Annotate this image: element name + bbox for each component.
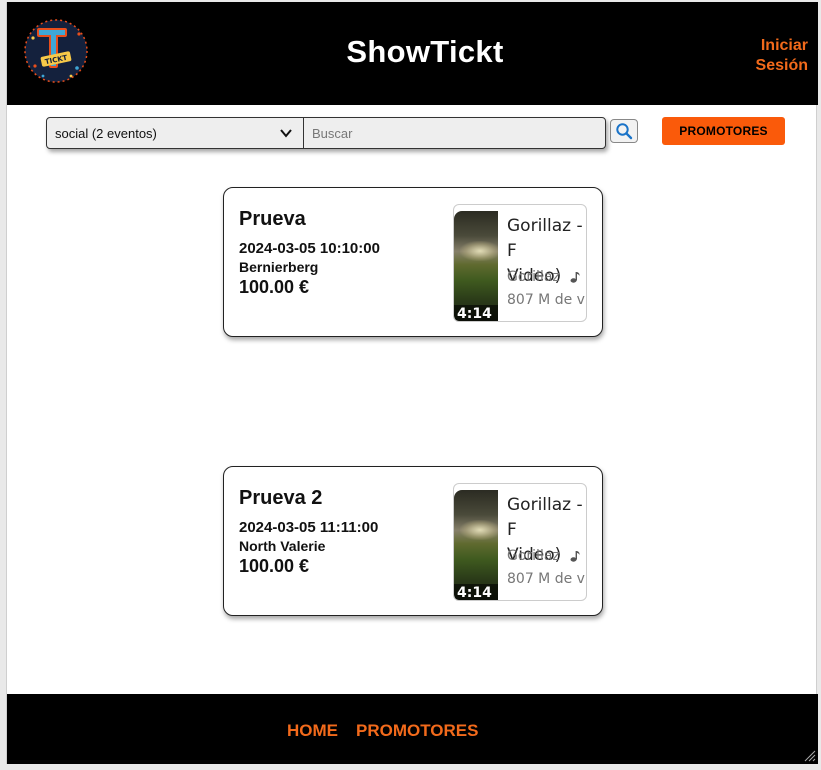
video-embed[interactable]: 4:14 Gorillaz - F Video) Gorillaz 807 M … bbox=[453, 204, 587, 322]
music-note-icon bbox=[570, 272, 580, 283]
event-location: North Valerie bbox=[239, 538, 326, 554]
footer-promoters-link[interactable]: PROMOTORES bbox=[356, 721, 478, 741]
music-note-icon bbox=[570, 551, 580, 562]
event-card[interactable]: Prueva 2 2024-03-05 11:11:00 North Valer… bbox=[223, 466, 603, 616]
site-footer: HOME PROMOTORES bbox=[7, 694, 818, 764]
category-selected-value: social (2 eventos) bbox=[55, 126, 157, 141]
video-title-line1: Gorillaz - F bbox=[507, 216, 583, 261]
footer-home-link[interactable]: HOME bbox=[287, 721, 338, 741]
video-thumbnail[interactable]: 4:14 bbox=[454, 211, 498, 321]
site-title: ShowTickt bbox=[346, 34, 504, 69]
search-button[interactable] bbox=[610, 119, 638, 143]
search-icon bbox=[616, 123, 633, 140]
video-views: 807 M de vis bbox=[507, 571, 586, 587]
chevron-down-icon bbox=[280, 129, 292, 138]
video-views: 807 M de vis bbox=[507, 292, 586, 308]
event-card[interactable]: Prueva 2024-03-05 10:10:00 Bernierberg 1… bbox=[223, 187, 603, 337]
page-frame: TICKT ShowTickt Iniciar Sesión social (2… bbox=[6, 2, 818, 764]
event-title: Prueva 2 bbox=[239, 487, 323, 509]
video-title-line1: Gorillaz - F bbox=[507, 495, 583, 540]
search-group: social (2 eventos) bbox=[46, 117, 606, 149]
resize-grip-icon[interactable] bbox=[802, 748, 816, 762]
site-header: TICKT ShowTickt Iniciar Sesión bbox=[7, 2, 818, 105]
event-datetime: 2024-03-05 11:11:00 bbox=[239, 519, 379, 536]
event-price: 100.00 € bbox=[239, 556, 310, 576]
event-datetime: 2024-03-05 10:10:00 bbox=[239, 240, 380, 257]
event-location: Bernierberg bbox=[239, 259, 319, 275]
video-channel-name: Gorillaz bbox=[507, 548, 560, 564]
video-channel[interactable]: Gorillaz bbox=[507, 269, 580, 285]
login-link[interactable]: Iniciar Sesión bbox=[738, 36, 808, 76]
video-channel[interactable]: Gorillaz bbox=[507, 548, 580, 564]
event-price: 100.00 € bbox=[239, 277, 310, 297]
video-duration: 4:14 bbox=[454, 305, 498, 321]
login-label-line1: Iniciar bbox=[760, 37, 808, 54]
video-channel-name: Gorillaz bbox=[507, 269, 560, 285]
event-title: Prueva bbox=[239, 208, 306, 230]
promoters-button[interactable]: PROMOTORES bbox=[662, 117, 785, 145]
login-label-line2: Sesión bbox=[755, 57, 808, 74]
search-input[interactable] bbox=[304, 118, 605, 148]
video-thumbnail[interactable]: 4:14 bbox=[454, 490, 498, 600]
category-select[interactable]: social (2 eventos) bbox=[47, 118, 304, 148]
video-duration: 4:14 bbox=[454, 584, 498, 600]
video-embed[interactable]: 4:14 Gorillaz - F Video) Gorillaz 807 M … bbox=[453, 483, 587, 601]
